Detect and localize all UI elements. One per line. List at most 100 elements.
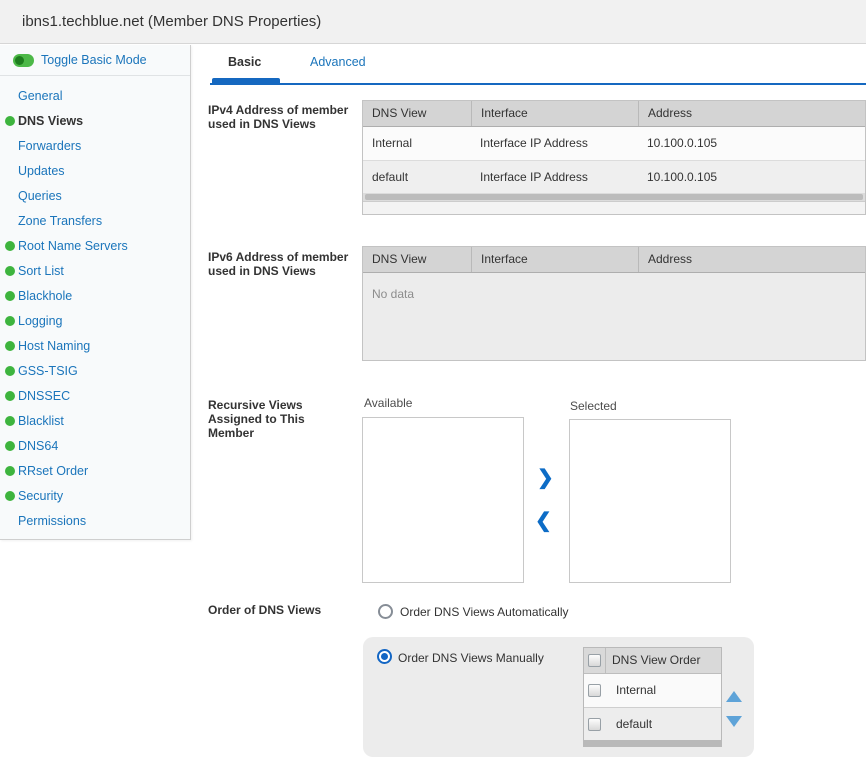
ipv4-section-label: IPv4 Address of member used in DNS Views [208,103,360,131]
column-header-dns-view[interactable]: DNS View [363,101,471,126]
sidebar-item-label: Security [18,489,63,503]
sidebar-item-sort-list[interactable]: Sort List [0,259,190,284]
move-left-button[interactable]: ❮ [535,511,552,531]
recursive-views-label: Recursive Views Assigned to This Member [208,398,328,440]
tab-basic[interactable]: Basic [228,55,261,69]
dns-view-order-title: DNS View Order [606,648,700,673]
green-dot-icon [5,316,15,326]
cell-interface: Interface IP Address [471,127,638,160]
cell-dns-view: default [363,161,471,193]
horizontal-scrollbar [363,193,865,201]
move-right-button[interactable]: ❯ [537,468,554,488]
order-auto-label[interactable]: Order DNS Views Automatically [400,605,569,619]
green-dot-icon [5,341,15,351]
sidebar-item-gss-tsig[interactable]: GSS-TSIG [0,359,190,384]
available-label: Available [364,396,412,410]
row-checkbox[interactable] [588,684,601,697]
titlebar: ibns1.techblue.net (Member DNS Propertie… [0,0,866,44]
order-row-label: default [606,708,652,740]
ipv4-table-row[interactable]: Internal Interface IP Address 10.100.0.1… [363,127,865,160]
sidebar-item-root-name-servers[interactable]: Root Name Servers [0,234,190,259]
ipv6-table-header: DNS View Interface Address [363,247,865,273]
select-all-cell [584,648,606,673]
sidebar-item-label: General [18,89,62,103]
sidebar-item-dnssec[interactable]: DNSSEC [0,384,190,409]
ipv4-table-header: DNS View Interface Address [363,101,865,127]
sidebar-item-label: Blackhole [18,289,72,303]
page-title: ibns1.techblue.net (Member DNS Propertie… [22,0,321,44]
order-row-internal[interactable]: Internal [584,674,721,707]
sidebar-item-label: Blacklist [18,414,64,428]
green-dot-icon [5,466,15,476]
dns-view-order-header: DNS View Order [584,648,721,674]
ipv4-table: DNS View Interface Address Internal Inte… [362,100,866,215]
scrollbar-thumb[interactable] [365,194,863,200]
column-header-interface[interactable]: Interface [471,247,638,272]
sidebar-item-label: GSS-TSIG [18,364,78,378]
order-manual-label[interactable]: Order DNS Views Manually [398,651,544,665]
sidebar-item-queries[interactable]: Queries [0,184,190,209]
sidebar-item-blackhole[interactable]: Blackhole [0,284,190,309]
order-table-scrollbar[interactable] [584,740,721,746]
sidebar-item-zone-transfers[interactable]: Zone Transfers [0,209,190,234]
sidebar-item-general[interactable]: General [0,84,190,109]
column-header-address[interactable]: Address [638,101,865,126]
sidebar-item-label: Root Name Servers [18,239,128,253]
cell-interface: Interface IP Address [471,161,638,193]
order-row-label: Internal [606,674,656,707]
order-manual-radio[interactable] [377,649,392,664]
selected-label: Selected [570,399,617,413]
sidebar-item-label: Queries [18,189,62,203]
sidebar-item-label: Forwarders [18,139,81,153]
ipv6-empty-message: No data [363,273,865,360]
ipv6-table: DNS View Interface Address No data [362,246,866,361]
select-all-checkbox[interactable] [588,654,601,667]
tab-advanced[interactable]: Advanced [310,55,366,69]
green-dot-icon [5,291,15,301]
green-dot-icon [5,116,15,126]
ipv4-table-row[interactable]: default Interface IP Address 10.100.0.10… [363,160,865,193]
sidebar-item-label: Zone Transfers [18,214,102,228]
sidebar-item-security[interactable]: Security [0,484,190,509]
sidebar-item-forwarders[interactable]: Forwarders [0,134,190,159]
sidebar-item-logging[interactable]: Logging [0,309,190,334]
order-row-default[interactable]: default [584,707,721,740]
ipv6-section-label: IPv6 Address of member used in DNS Views [208,250,360,278]
sidebar-item-updates[interactable]: Updates [0,159,190,184]
tab-underline [210,83,866,85]
sidebar-item-label: Sort List [18,264,64,278]
selected-listbox[interactable] [569,419,731,583]
green-dot-icon [5,441,15,451]
order-auto-radio[interactable] [378,604,393,619]
ipv4-table-footer [363,201,865,214]
column-header-address[interactable]: Address [638,247,865,272]
sidebar-item-label: DNSSEC [18,389,70,403]
sidebar-item-dns-views[interactable]: DNS Views [0,109,190,134]
sidebar-item-label: DNS Views [18,114,83,128]
green-dot-icon [5,491,15,501]
toggle-basic-mode-label: Toggle Basic Mode [41,53,147,67]
column-header-interface[interactable]: Interface [471,101,638,126]
sidebar-item-dns64[interactable]: DNS64 [0,434,190,459]
sidebar-item-permissions[interactable]: Permissions [0,509,190,534]
column-header-dns-view[interactable]: DNS View [363,247,471,272]
sidebar-item-host-naming[interactable]: Host Naming [0,334,190,359]
order-section-label: Order of DNS Views [208,603,360,617]
sidebar-item-blacklist[interactable]: Blacklist [0,409,190,434]
sidebar: Toggle Basic Mode General DNS Views Forw… [0,45,191,540]
available-listbox[interactable] [362,417,524,583]
toggle-icon [13,54,34,67]
sidebar-item-label: Permissions [18,514,86,528]
active-tab-indicator [212,78,280,85]
green-dot-icon [5,391,15,401]
green-dot-icon [5,366,15,376]
toggle-basic-mode-button[interactable]: Toggle Basic Mode [0,45,190,76]
sidebar-item-label: DNS64 [18,439,58,453]
sidebar-item-rrset-order[interactable]: RRset Order [0,459,190,484]
cell-dns-view: Internal [363,127,471,160]
move-up-button[interactable] [726,691,742,702]
row-checkbox[interactable] [588,718,601,731]
green-dot-icon [5,416,15,426]
move-down-button[interactable] [726,716,742,727]
cell-address: 10.100.0.105 [638,127,865,160]
